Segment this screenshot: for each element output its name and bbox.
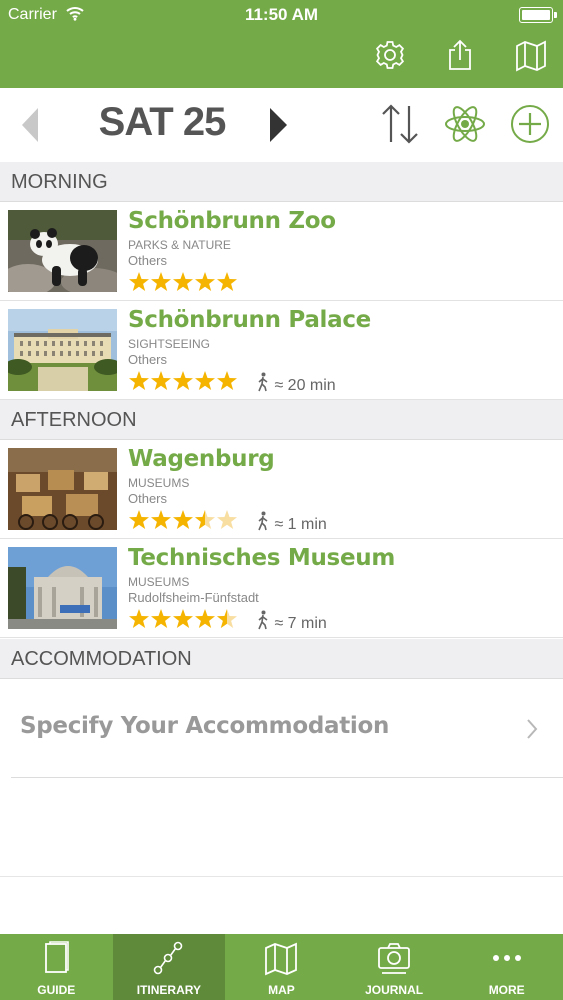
itinerary-route-icon <box>153 941 183 975</box>
tab-more-label: MORE <box>488 983 525 997</box>
section-afternoon: AFTERNOON <box>0 400 563 440</box>
list-item[interactable]: Schönbrunn Zoo PARKS & NATURE Others <box>0 202 563 301</box>
tab-more[interactable]: MORE <box>450 934 563 1000</box>
star-icon <box>151 510 171 529</box>
map-icon <box>265 942 298 976</box>
list-item[interactable]: Technisches Museum MUSEUMS Rudolfsheim-F… <box>0 539 563 638</box>
day-nav: SAT 25 <box>0 88 563 162</box>
walk-time-label: ≈ 7 min <box>274 615 327 632</box>
star-icon <box>195 609 215 628</box>
walk-time: ≈ 20 min <box>256 372 336 394</box>
more-dots-icon <box>492 955 521 961</box>
specify-accommodation-label: Specify Your Accommodation <box>20 713 390 739</box>
divider <box>11 777 563 778</box>
star-icon <box>151 609 171 628</box>
prev-day-button[interactable] <box>18 106 44 144</box>
rating-stars <box>129 272 237 291</box>
status-time: 11:50 AM <box>244 5 319 24</box>
item-title: Schönbrunn Palace <box>128 307 371 333</box>
star-icon <box>173 272 193 291</box>
sort-icon[interactable] <box>378 102 422 146</box>
tab-guide[interactable]: GUIDE <box>0 934 113 1000</box>
map-icon[interactable] <box>515 38 547 72</box>
star-icon <box>195 272 215 291</box>
divider <box>0 876 563 877</box>
gear-icon[interactable] <box>374 38 406 72</box>
app-screen: Carrier 11:50 AM SAT 25 MORNING Schönbru… <box>0 0 563 1000</box>
walk-time: ≈ 7 min <box>256 610 327 632</box>
item-title: Schönbrunn Zoo <box>128 208 336 234</box>
star-icon <box>129 371 149 390</box>
walking-person-icon <box>258 372 268 392</box>
star-icon <box>129 272 149 291</box>
rating-stars <box>129 510 237 529</box>
add-circle-icon[interactable] <box>508 102 552 146</box>
star-icon <box>173 609 193 628</box>
item-category: PARKS & NATURE <box>128 238 231 252</box>
section-morning-label: MORNING <box>11 171 108 193</box>
tab-itinerary[interactable]: ITINERARY <box>112 934 226 1000</box>
star-icon <box>217 371 237 390</box>
rating-stars <box>129 609 237 628</box>
day-title: SAT 25 <box>98 100 227 144</box>
star-icon <box>173 510 193 529</box>
walk-time-label: ≈ 20 min <box>274 377 336 394</box>
tab-guide-label: GUIDE <box>37 983 76 997</box>
museum-photo <box>8 547 117 629</box>
item-location: Others <box>128 253 168 268</box>
tab-itinerary-label: ITINERARY <box>136 983 201 997</box>
share-icon[interactable] <box>444 38 476 72</box>
atom-icon[interactable] <box>443 102 487 146</box>
tab-bar: GUIDE ITINERARY MAP JOURNAL MORE <box>0 934 563 1000</box>
specify-accommodation-row[interactable]: Specify Your Accommodation <box>0 681 563 778</box>
star-icon <box>217 272 237 291</box>
next-day-button[interactable] <box>266 106 292 144</box>
item-category: MUSEUMS <box>128 476 190 490</box>
item-title: Wagenburg <box>128 446 275 472</box>
item-location: Rudolfsheim-Fünfstadt <box>128 590 259 605</box>
star-icon <box>151 371 171 390</box>
item-category: SIGHTSEEING <box>128 337 211 351</box>
tab-map[interactable]: MAP <box>225 934 338 1000</box>
star-icon <box>173 371 193 390</box>
tab-map-label: MAP <box>268 983 295 997</box>
status-bar: Carrier 11:50 AM <box>0 0 563 30</box>
chevron-right-icon <box>527 719 538 739</box>
item-category: MUSEUMS <box>128 575 190 589</box>
walking-person-icon <box>258 511 268 531</box>
walk-time-label: ≈ 1 min <box>274 516 327 533</box>
walking-person-icon <box>258 610 268 630</box>
item-location: Others <box>128 352 168 367</box>
section-morning: MORNING <box>0 162 563 202</box>
item-title: Technisches Museum <box>128 545 395 571</box>
item-location: Others <box>128 491 168 506</box>
battery-icon <box>519 7 557 23</box>
section-afternoon-label: AFTERNOON <box>11 409 137 431</box>
rating-stars <box>129 371 237 390</box>
walk-time: ≈ 1 min <box>256 511 327 533</box>
star-icon <box>151 272 171 291</box>
list-item[interactable]: Schönbrunn Palace SIGHTSEEING Others ≈ 2… <box>0 301 563 400</box>
section-accommodation: ACCOMMODATION <box>0 639 563 679</box>
section-accommodation-label: ACCOMMODATION <box>11 648 192 670</box>
star-icon <box>129 609 149 628</box>
star-icon <box>217 510 237 529</box>
star-icon <box>195 371 215 390</box>
top-bar: Carrier 11:50 AM <box>0 0 563 88</box>
tab-journal[interactable]: JOURNAL <box>338 934 451 1000</box>
panda-photo <box>8 210 117 292</box>
star-icon <box>129 510 149 529</box>
carriages-photo <box>8 448 117 530</box>
palace-photo <box>8 309 117 391</box>
list-item[interactable]: Wagenburg MUSEUMS Others ≈ 1 min <box>0 440 563 539</box>
journal-camera-icon <box>378 943 410 974</box>
tab-journal-label: JOURNAL <box>365 983 424 997</box>
guide-book-icon <box>45 941 70 973</box>
